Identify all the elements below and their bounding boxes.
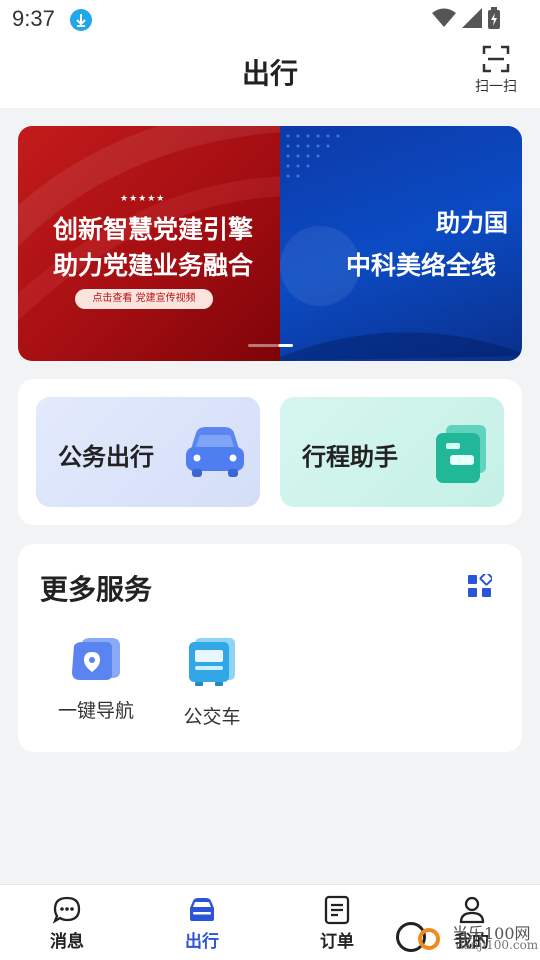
- grid-icon: [468, 571, 494, 597]
- one-click-navigation-item[interactable]: 一键导航: [46, 638, 146, 723]
- folder-icon: [436, 425, 486, 483]
- scan-label: 扫一扫: [475, 79, 517, 95]
- tab-messages[interactable]: 消息: [22, 895, 112, 952]
- bus-icon: [189, 638, 235, 686]
- scan-icon: [482, 45, 510, 73]
- header: 出行 扫一扫: [0, 38, 540, 108]
- tab-messages-label: 消息: [50, 932, 84, 952]
- more-services-section: 更多服务 一键导航 公交车: [18, 544, 522, 752]
- bus-item[interactable]: 公交车: [162, 638, 262, 729]
- scan-button[interactable]: 扫一扫: [470, 44, 522, 102]
- banner-left-headline-2: 助力党建业务融合: [52, 251, 253, 280]
- banner-stars: ★★★★★: [120, 194, 166, 204]
- tab-travel[interactable]: 出行: [157, 895, 247, 952]
- wifi-icon: [432, 8, 456, 27]
- tab-orders-label: 订单: [320, 932, 354, 952]
- trip-assistant-card[interactable]: 行程助手: [280, 397, 504, 507]
- battery-charging-icon: [488, 7, 500, 29]
- banner-dot-active: [278, 344, 293, 347]
- trip-assistant-label: 行程助手: [302, 443, 398, 471]
- official-travel-card[interactable]: 公务出行: [36, 397, 260, 507]
- banner-slide-tech: [280, 126, 522, 361]
- status-bar: 9:37: [0, 0, 540, 38]
- banner-right-headline-1: 助力国: [436, 209, 508, 237]
- tab-orders[interactable]: 订单: [292, 895, 382, 952]
- car-icon: [186, 427, 244, 477]
- more-services-title: 更多服务: [40, 573, 153, 606]
- page-title: 出行: [241, 57, 298, 90]
- watermark-sub: danji100.com: [456, 938, 539, 952]
- bus-label: 公交车: [183, 706, 241, 728]
- map-pin-icon: [72, 638, 120, 680]
- banner-cta-pill: 点击查看 党建宣传视频: [75, 289, 213, 309]
- banner-pagination: [248, 344, 294, 348]
- all-services-button[interactable]: [468, 571, 494, 602]
- signal-icon: [462, 8, 482, 28]
- chat-icon: [52, 896, 81, 924]
- banner-dot-inactive: [248, 344, 278, 347]
- banner-right-headline-2: 中科美络全线: [346, 251, 497, 280]
- status-icons: [432, 7, 500, 29]
- watermark: 当乐100网 danji100.com: [390, 918, 540, 958]
- watermark-logo-ring: [418, 928, 440, 950]
- download-icon: [70, 9, 92, 31]
- quick-actions-panel: 公务出行 行程助手: [18, 379, 522, 525]
- official-travel-label: 公务出行: [58, 443, 154, 471]
- status-time: 9:37: [12, 6, 55, 31]
- banner-left-headline-1: 创新智慧党建引擎: [52, 215, 253, 244]
- document-icon: [324, 895, 350, 925]
- car-icon: [190, 898, 214, 921]
- tab-travel-label: 出行: [185, 932, 219, 952]
- one-click-navigation-label: 一键导航: [57, 700, 134, 722]
- promo-banner[interactable]: ★★★★★ 创新智慧党建引擎 助力党建业务融合 点击查看 党建宣传视频 助力国 …: [18, 126, 522, 361]
